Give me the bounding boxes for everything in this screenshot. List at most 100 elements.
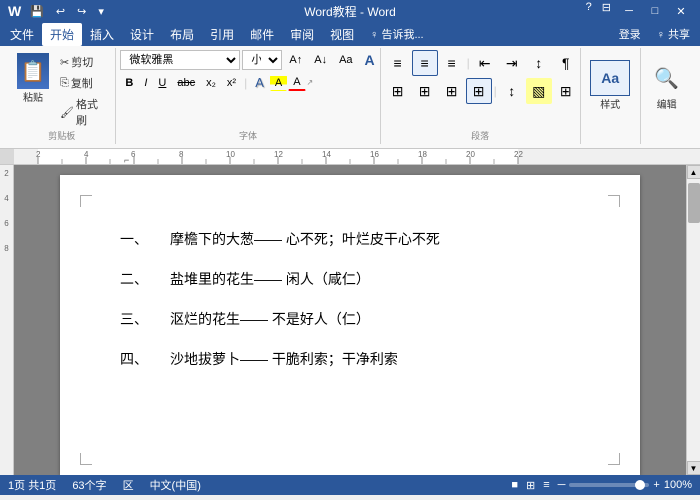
- menu-item-home[interactable]: 开始: [42, 23, 82, 46]
- document-area: 2 4 6 8 一、 摩檐下的大葱—— 心不死；叶烂皮干心不死 二、 盐堆里的花…: [0, 165, 700, 475]
- scroll-down-btn[interactable]: ▼: [687, 461, 700, 475]
- svg-text:6: 6: [131, 150, 136, 159]
- line-spacing-btn[interactable]: ↕: [499, 78, 525, 104]
- ribbon: 📋 粘贴 ✂剪切 ⎘复制 🖌格式刷 剪贴板 微软雅黑 小四 A↑: [0, 46, 700, 149]
- zoom-plus-btn[interactable]: +: [653, 479, 659, 491]
- title-left: W 💾 ↩ ↪ ▾: [8, 3, 107, 19]
- zoom-control[interactable]: ─ + 100%: [558, 479, 692, 491]
- view-normal-btn[interactable]: ■: [511, 479, 518, 491]
- styles-button[interactable]: Aa 样式: [586, 58, 634, 113]
- share-btn[interactable]: ♀ 共享: [649, 23, 698, 45]
- text-highlight-btn[interactable]: A: [270, 75, 287, 91]
- horizontal-ruler: 2 4 6 8 10 12 14 16 18: [0, 149, 700, 165]
- subscript-btn[interactable]: x₂: [201, 75, 221, 91]
- multilevel-btn[interactable]: ≡: [439, 50, 465, 76]
- paragraph-section: ≡ ≡ ≡ | ⇤ ⇥ ↕ ¶ ⊞ ⊞ ⊞ ⊞ | ↕ ▧ ⊞: [381, 48, 581, 144]
- menu-item-help[interactable]: ♀ 告诉我...: [362, 23, 431, 45]
- scroll-thumb[interactable]: [688, 183, 700, 223]
- font-color-btn[interactable]: A: [288, 74, 305, 91]
- menu-item-mailings[interactable]: 邮件: [242, 23, 282, 46]
- word-count: 63个字: [72, 477, 106, 493]
- page-corner-tl: [80, 195, 92, 207]
- font-name-select[interactable]: 微软雅黑: [120, 50, 240, 70]
- doc-line-3: 三、 沤烂的花生—— 不是好人（仁）: [120, 305, 580, 333]
- font-adjust-btn[interactable]: A: [360, 50, 380, 70]
- menu-item-insert[interactable]: 插入: [82, 23, 122, 46]
- clipboard-section: 📋 粘贴 ✂剪切 ⎘复制 🖌格式刷 剪贴板: [8, 48, 116, 144]
- increase-indent-btn[interactable]: ⇥: [499, 50, 525, 76]
- svg-text:8: 8: [179, 150, 184, 159]
- doc-scroll[interactable]: 一、 摩檐下的大葱—— 心不死；叶烂皮干心不死 二、 盐堆里的花生—— 闲人（咸…: [14, 165, 686, 475]
- copy-button[interactable]: ⎘复制: [56, 73, 111, 93]
- menu-item-design[interactable]: 设计: [122, 23, 162, 46]
- align-right-btn[interactable]: ⊞: [439, 78, 465, 104]
- quick-save[interactable]: 💾: [27, 4, 47, 19]
- clear-format-btn[interactable]: Aa: [334, 52, 357, 68]
- svg-text:18: 18: [418, 150, 427, 159]
- zoom-track[interactable]: [569, 483, 649, 487]
- ruler-ticks: 2 4 6 8 10 12 14 16 18: [28, 149, 700, 164]
- menu-item-view[interactable]: 视图: [322, 23, 362, 46]
- font-settings-btn[interactable]: ↗: [307, 78, 314, 87]
- menu-item-review[interactable]: 审阅: [282, 23, 322, 46]
- line-text-3: 沤烂的花生—— 不是好人（仁）: [170, 305, 370, 333]
- underline-btn[interactable]: U: [153, 75, 171, 91]
- language-indicator: 中文(中国): [150, 477, 201, 493]
- menu-item-file[interactable]: 文件: [2, 23, 42, 46]
- line-text-1: 摩檐下的大葱—— 心不死；叶烂皮干心不死: [170, 225, 440, 253]
- svg-text:4: 4: [84, 150, 89, 159]
- redo-btn[interactable]: ↪: [74, 4, 89, 19]
- show-formatting-btn[interactable]: ¶: [553, 50, 579, 76]
- cut-button[interactable]: ✂剪切: [56, 52, 111, 72]
- borders-btn[interactable]: ⊞: [553, 78, 579, 104]
- svg-text:22: 22: [514, 150, 523, 159]
- close-btn[interactable]: ✕: [670, 0, 692, 22]
- align-left-btn[interactable]: ⊞: [385, 78, 411, 104]
- justify-btn[interactable]: ⊞: [466, 78, 492, 104]
- vertical-scrollbar[interactable]: ▲ ▼: [686, 165, 700, 475]
- vertical-ruler: 2 4 6 8: [0, 165, 14, 475]
- maximize-btn[interactable]: □: [644, 0, 666, 22]
- menu-item-layout[interactable]: 布局: [162, 23, 202, 46]
- ribbon-toggle[interactable]: ⊟: [599, 0, 614, 22]
- increase-font-btn[interactable]: A↑: [284, 52, 307, 68]
- scroll-up-btn[interactable]: ▲: [687, 165, 700, 179]
- clipboard-label: 剪贴板: [8, 129, 115, 142]
- line-num-2: 二、: [120, 265, 150, 293]
- page-corner-br: [608, 453, 620, 465]
- line-num-4: 四、: [120, 345, 150, 373]
- undo-btn[interactable]: ↩: [53, 4, 68, 19]
- help-icon[interactable]: ?: [583, 0, 595, 22]
- svg-text:⌐: ⌐: [124, 155, 129, 164]
- paste-button[interactable]: 📋 粘贴: [12, 50, 54, 130]
- doc-line-1: 一、 摩檐下的大葱—— 心不死；叶烂皮干心不死: [120, 225, 580, 253]
- zoom-minus-btn[interactable]: ─: [558, 479, 566, 491]
- search-editing-btn[interactable]: 🔍 编辑: [645, 58, 689, 113]
- format-painter-button[interactable]: 🖌格式刷: [56, 94, 111, 130]
- minimize-btn[interactable]: ─: [618, 0, 640, 22]
- decrease-indent-btn[interactable]: ⇤: [472, 50, 498, 76]
- superscript-btn[interactable]: x²: [222, 75, 241, 91]
- font-size-select[interactable]: 小四: [242, 50, 282, 70]
- strikethrough-btn[interactable]: abc: [172, 75, 200, 91]
- word-icon: W: [8, 3, 21, 19]
- qa-dropdown[interactable]: ▾: [95, 4, 107, 19]
- shading-btn[interactable]: ▧: [526, 78, 552, 104]
- line-num-1: 一、: [120, 225, 150, 253]
- bullets-btn[interactable]: ≡: [385, 50, 411, 76]
- svg-text:2: 2: [36, 150, 41, 159]
- align-center-btn[interactable]: ⊞: [412, 78, 438, 104]
- status-left: 1页 共1页 63个字 区 中文(中国): [8, 477, 201, 493]
- view-outline-btn[interactable]: ≡: [543, 479, 549, 491]
- menu-item-references[interactable]: 引用: [202, 23, 242, 46]
- text-effect-btn[interactable]: A: [250, 73, 269, 92]
- view-web-btn[interactable]: ⊞: [526, 479, 535, 492]
- status-bar: 1页 共1页 63个字 区 中文(中国) ■ ⊞ ≡ ─ + 100%: [0, 475, 700, 495]
- decrease-font-btn[interactable]: A↓: [309, 52, 332, 68]
- numbering-btn[interactable]: ≡: [412, 50, 438, 76]
- bold-btn[interactable]: B: [120, 75, 138, 91]
- signin-btn[interactable]: 登录: [611, 23, 649, 45]
- page-corner-bl: [80, 453, 92, 465]
- italic-btn[interactable]: I: [139, 75, 152, 91]
- sort-btn[interactable]: ↕: [526, 50, 552, 76]
